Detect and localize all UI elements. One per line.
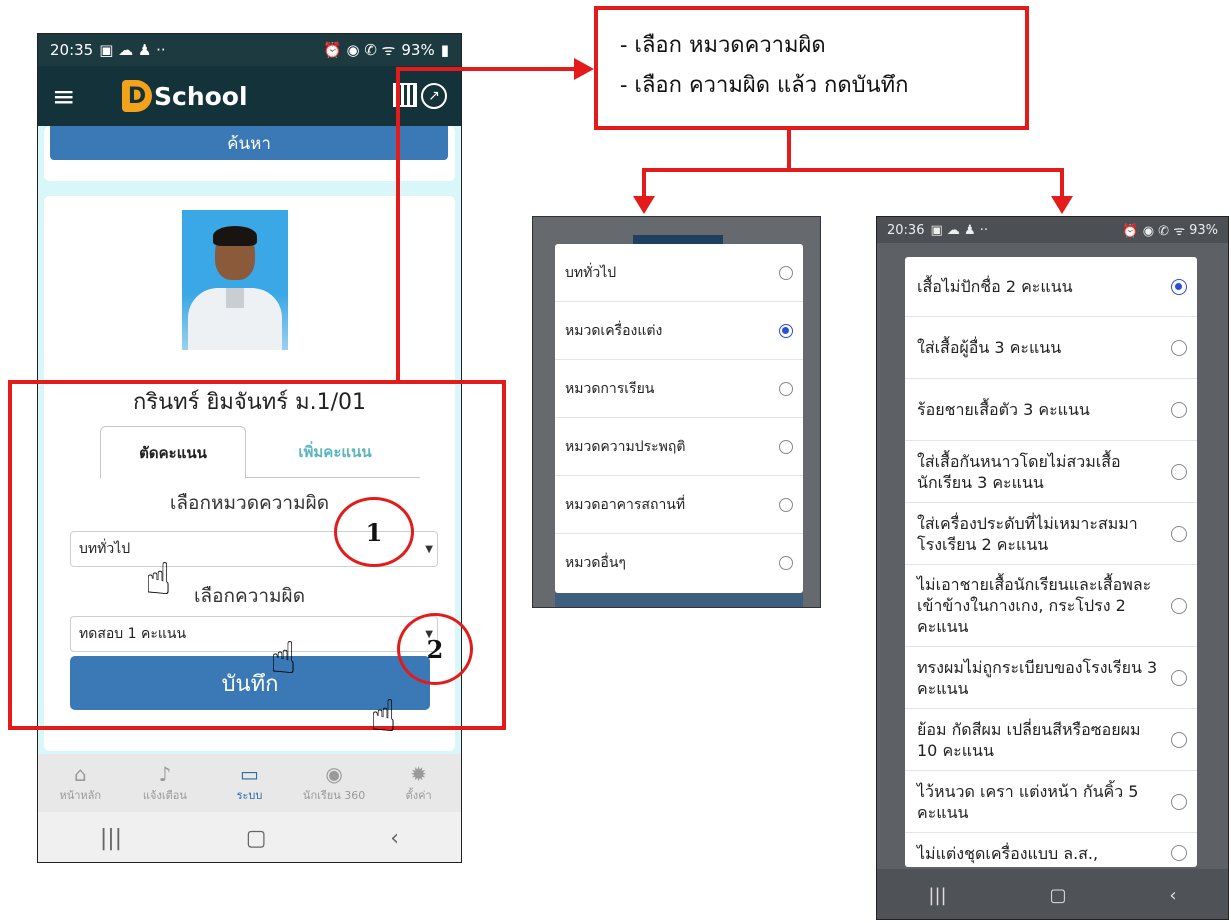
radio-button[interactable] — [1171, 597, 1187, 614]
connector-line — [787, 130, 791, 170]
connector-line — [1060, 168, 1064, 198]
logo-mark: D — [122, 80, 152, 112]
app-logo: D School — [122, 80, 248, 112]
radio-button[interactable] — [1171, 793, 1187, 810]
list-item[interactable]: ทรงผมไม่ถูกระเบียบของโรงเรียน 3 คะแนน — [905, 647, 1197, 709]
list-item[interactable]: ร้อยชายเสื้อตัว 3 คะแนน — [905, 379, 1197, 441]
nav-notifications[interactable]: ♪ แจ้งเตือน — [123, 754, 208, 812]
home-icon: ⌂ — [73, 762, 87, 786]
step-1-marker: 1 — [334, 497, 414, 567]
monitor-icon: ▭ — [240, 762, 259, 786]
radio-button-selected[interactable] — [1171, 278, 1187, 295]
search-card: ค้นหา — [44, 126, 455, 181]
pointing-hand-icon: ☝ — [145, 554, 172, 605]
battery-level: 93% — [401, 41, 435, 59]
bottom-nav: ⌂ หน้าหลัก ♪ แจ้งเตือน ▭ ระบบ ◉ นักเรียน… — [38, 754, 461, 812]
nav-home[interactable]: ⌂ หน้าหลัก — [38, 754, 123, 812]
pointing-hand-icon: ☝ — [270, 633, 297, 684]
connector-line — [396, 67, 400, 382]
status-time: 20:36 — [887, 222, 925, 238]
status-icons: ⏰ ◉ ✆ ᯤ — [323, 41, 396, 59]
status-icons: ⏰ ◉ ✆ ᯤ — [1122, 224, 1186, 239]
list-item[interactable]: ใส่เสื้อผู้อื่น 3 คะแนน — [905, 317, 1197, 379]
radio-button-selected[interactable] — [779, 323, 793, 338]
connector-line — [396, 67, 576, 71]
category-list: บททั่วไป หมวดเครื่องแต่ง หมวดการเรียน หม… — [555, 244, 803, 593]
arrow-down-icon — [633, 196, 655, 214]
list-item[interactable]: ไม่เอาชายเสื้อนักเรียนและเสื้อพละเข้าข้า… — [905, 565, 1197, 647]
connector-line — [642, 168, 646, 198]
notification-icons: ▣ ☁ ♟ ·· — [99, 41, 166, 59]
user-circle-icon: ◉ — [325, 762, 343, 786]
arrow-right-icon — [574, 58, 594, 80]
radio-button[interactable] — [779, 381, 793, 396]
list-item[interactable]: หมวดอาคารสถานที่ — [555, 476, 803, 534]
radio-button[interactable] — [779, 497, 793, 512]
radio-button[interactable] — [1171, 731, 1187, 748]
note-line-2: - เลือก ความผิด แล้ว กดบันทึก — [620, 73, 909, 98]
back-icon[interactable]: ‹ — [1169, 885, 1176, 906]
recent-apps-icon[interactable]: ||| — [928, 885, 946, 906]
app-title: School — [154, 81, 248, 111]
radio-button[interactable] — [779, 439, 793, 454]
search-button[interactable]: ค้นหา — [50, 126, 448, 160]
recent-apps-icon[interactable]: ||| — [100, 826, 122, 851]
system-nav-bar: ||| ▢ ‹ — [38, 812, 461, 862]
radio-button[interactable] — [1171, 401, 1187, 418]
status-bar: 20:36 ▣ ☁ ♟ ·· ⏰ ◉ ✆ ᯤ 93% — [877, 217, 1228, 243]
student-photo — [182, 210, 288, 350]
radio-button[interactable] — [1171, 463, 1187, 480]
list-item[interactable]: หมวดความประพฤติ — [555, 418, 803, 476]
list-item[interactable]: หมวดการเรียน — [555, 360, 803, 418]
list-item[interactable]: เสื้อไม่ปักชื่อ 2 คะแนน — [905, 257, 1197, 317]
list-item[interactable]: ไว้หนวด เครา แต่งหน้า กันคิ้ว 5 คะแนน — [905, 771, 1197, 833]
list-item[interactable]: ไม่แต่งชุดเครื่องแบบ ล.ส., — [905, 833, 1197, 867]
radio-button[interactable] — [1171, 669, 1187, 686]
menu-icon[interactable]: ≡ — [52, 80, 102, 113]
offense-list: เสื้อไม่ปักชื่อ 2 คะแนน ใส่เสื้อผู้อื่น … — [905, 257, 1197, 867]
back-icon[interactable]: ‹ — [390, 826, 399, 851]
note-line-1: - เลือก หมวดความผิด — [620, 33, 826, 58]
battery-level: 93% — [1189, 222, 1218, 238]
category-popup-screenshot: บททั่วไป หมวดเครื่องแต่ง หมวดการเรียน หม… — [532, 216, 821, 608]
bell-icon: ♪ — [158, 762, 172, 786]
status-time: 20:35 — [50, 41, 94, 59]
notification-icons: ▣ ☁ ♟ ·· — [930, 222, 989, 238]
radio-button[interactable] — [1171, 339, 1187, 356]
step-2-marker: 2 — [397, 613, 473, 685]
arrow-down-icon — [1051, 196, 1073, 214]
offense-popup-screenshot: 20:36 ▣ ☁ ♟ ·· ⏰ ◉ ✆ ᯤ 93% เสื้อไม่ปักชื… — [876, 216, 1229, 920]
list-item[interactable]: ย้อม กัดสีผม เปลี่ยนสีหรือซอยผม 10 คะแนน — [905, 709, 1197, 771]
battery-icon: ▮ — [440, 41, 449, 59]
radio-button[interactable] — [779, 265, 793, 280]
list-item[interactable]: หมวดเครื่องแต่ง — [555, 302, 803, 360]
sign-out-icon[interactable]: ↗ — [421, 83, 447, 109]
status-bar: 20:35 ▣ ☁ ♟ ·· ⏰ ◉ ✆ ᯤ 93% ▮ — [38, 34, 461, 66]
list-item[interactable]: ใส่เครื่องประดับที่ไม่เหมาะสมมาโรงเรียน … — [905, 503, 1197, 565]
gear-icon: ✹ — [410, 762, 428, 786]
list-item[interactable]: ใส่เสื้อกันหนาวโดยไม่สวมเสื้อนักเรียน 3 … — [905, 441, 1197, 503]
pointing-hand-icon: ☝ — [370, 691, 397, 742]
nav-settings[interactable]: ✹ ตั้งค่า — [376, 754, 461, 812]
connector-line — [642, 168, 1064, 172]
nav-system[interactable]: ▭ ระบบ — [207, 754, 292, 812]
nav-student-360[interactable]: ◉ นักเรียน 360 — [292, 754, 377, 812]
radio-button[interactable] — [1171, 845, 1187, 861]
radio-button[interactable] — [779, 556, 793, 570]
radio-button[interactable] — [1171, 525, 1187, 542]
list-item[interactable]: บททั่วไป — [555, 244, 803, 302]
home-button-icon[interactable]: ▢ — [246, 826, 267, 851]
instruction-note: - เลือก หมวดความผิด - เลือก ความผิด แล้ว… — [594, 6, 1029, 130]
system-nav-bar: ||| ▢ ‹ — [877, 869, 1228, 919]
list-item[interactable]: หมวดอื่นๆ — [555, 534, 803, 592]
home-button-icon[interactable]: ▢ — [1049, 885, 1066, 906]
